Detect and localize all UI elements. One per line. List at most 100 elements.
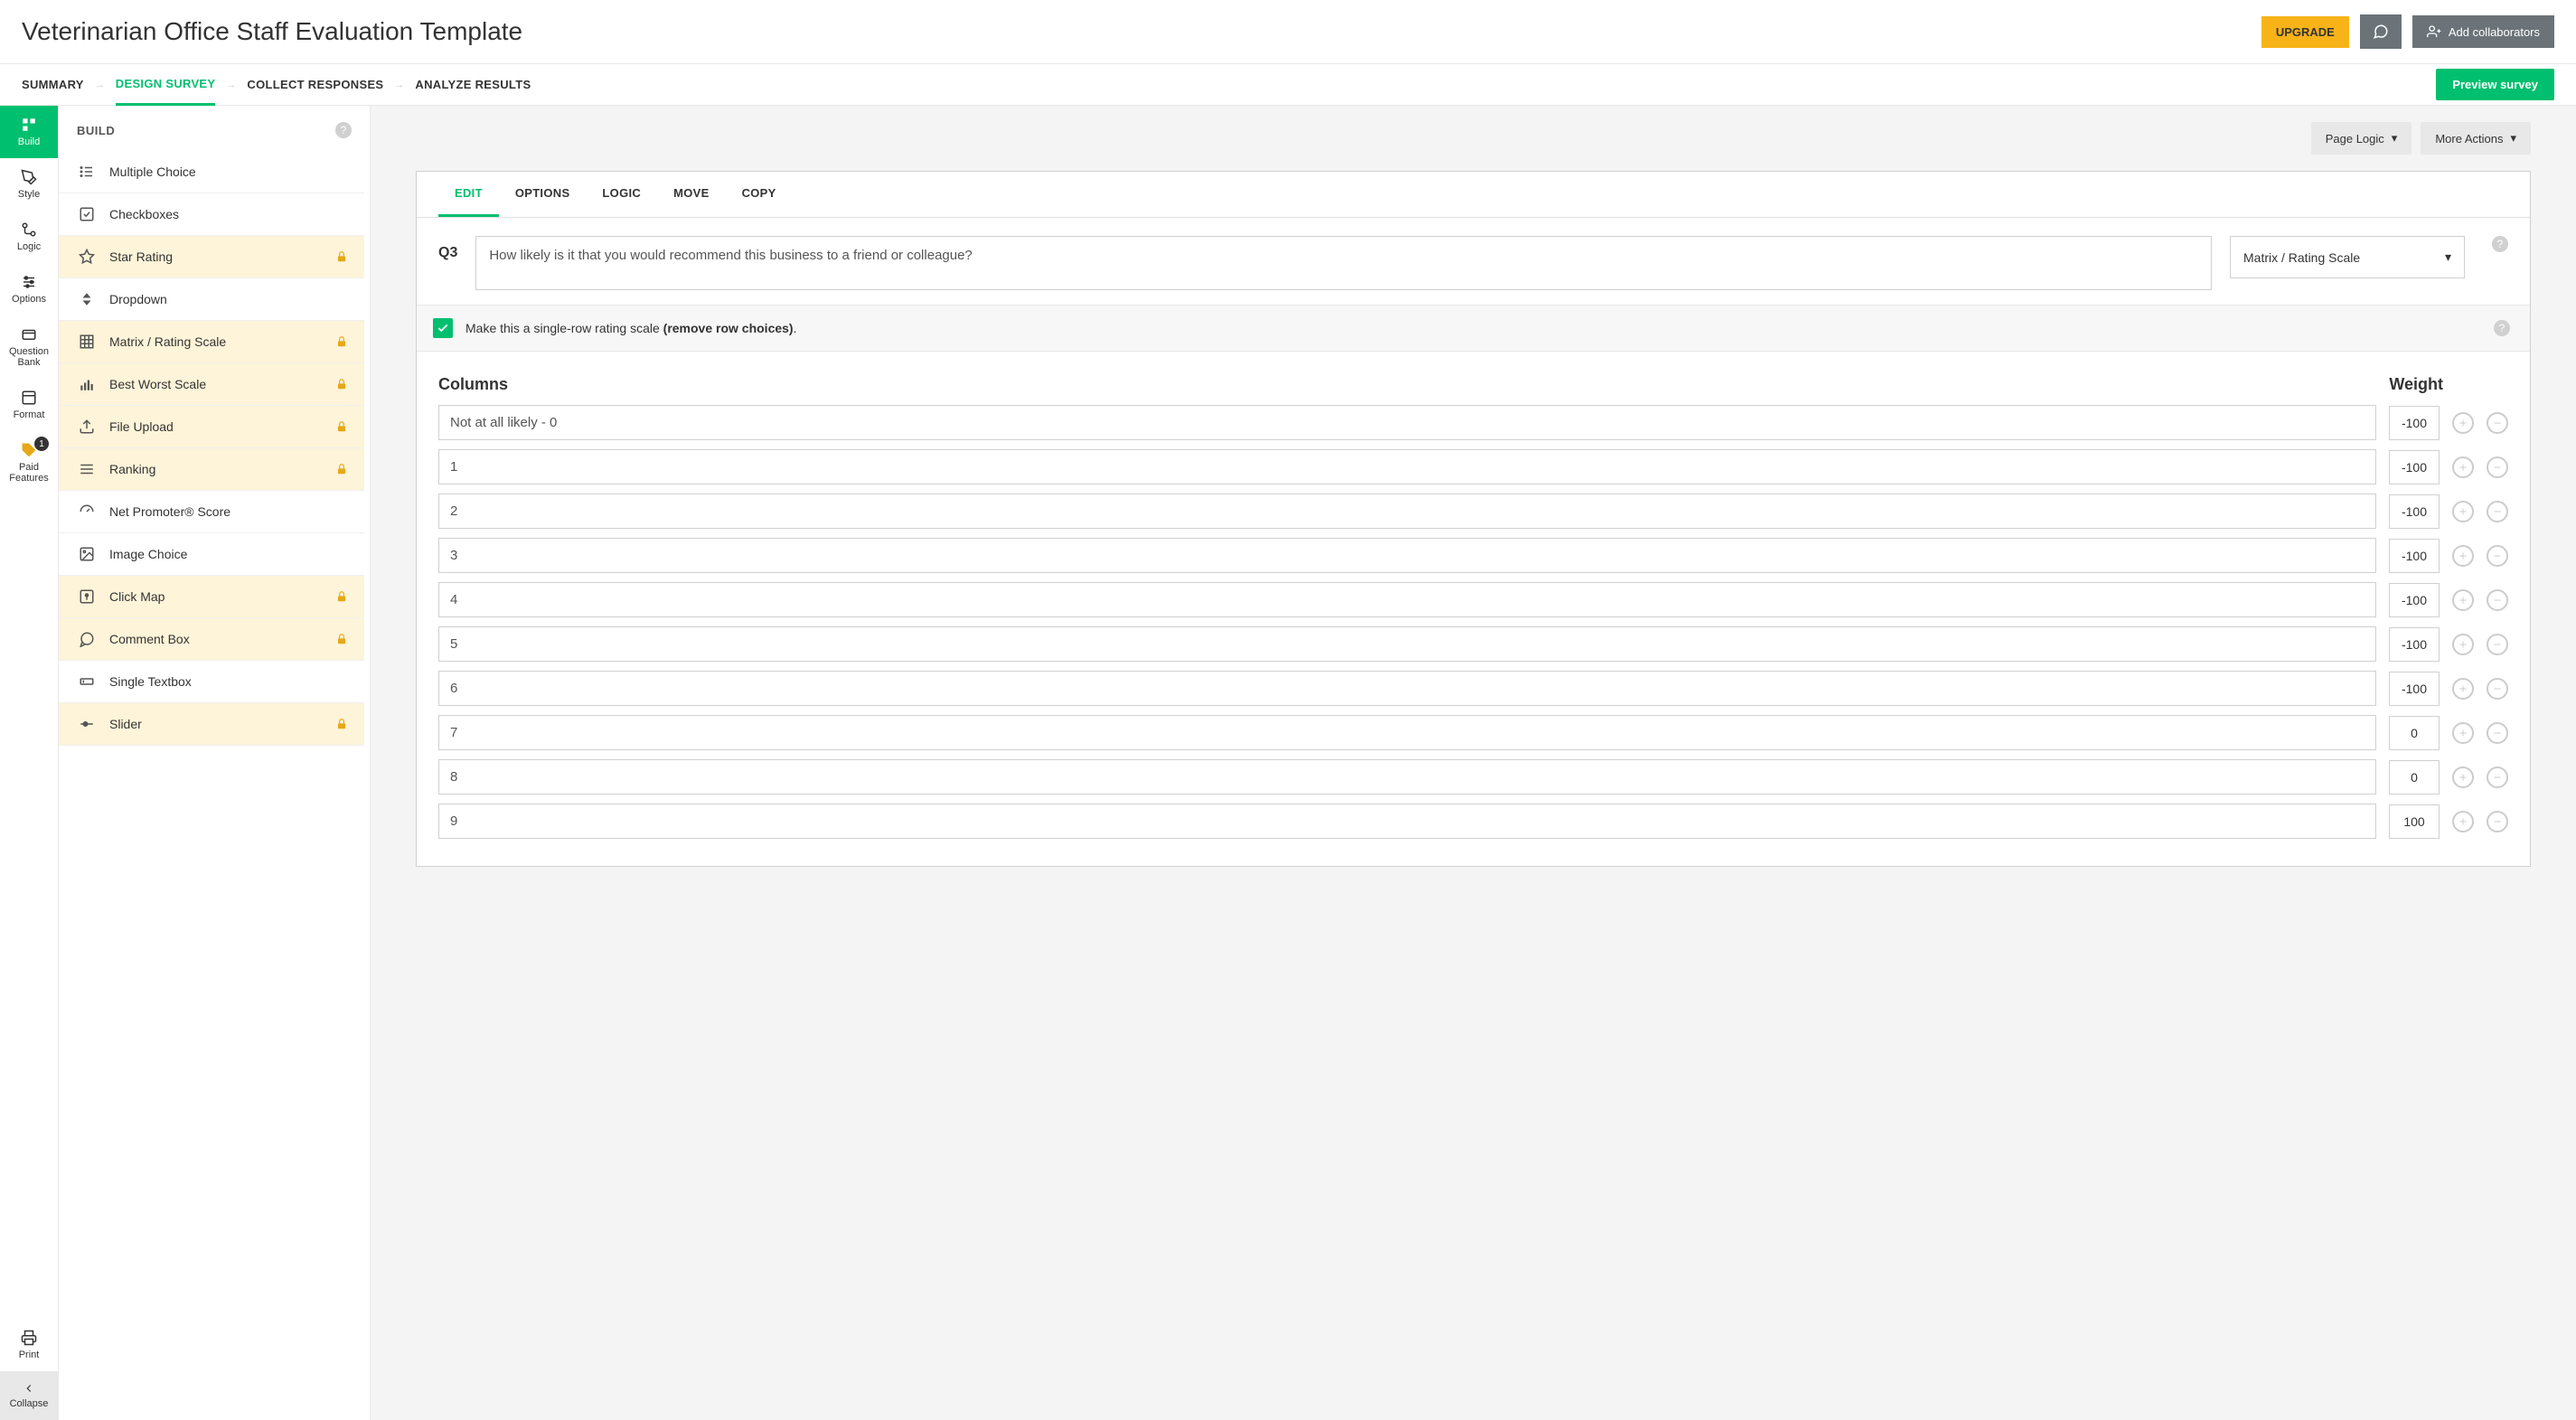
qtype-file-upload[interactable]: File Upload bbox=[59, 406, 364, 448]
add-column-button[interactable] bbox=[2452, 634, 2474, 655]
page-logic-label: Page Logic bbox=[2326, 132, 2384, 146]
rail-logic[interactable]: Logic bbox=[0, 211, 58, 263]
qtype-label: Dropdown bbox=[109, 292, 167, 306]
rail-format[interactable]: Format bbox=[0, 379, 58, 431]
add-column-button[interactable] bbox=[2452, 412, 2474, 434]
add-column-button[interactable] bbox=[2452, 678, 2474, 700]
question-text-input[interactable] bbox=[475, 236, 2212, 290]
column-weight-input[interactable] bbox=[2389, 539, 2440, 573]
add-column-button[interactable] bbox=[2452, 766, 2474, 788]
remove-column-button[interactable] bbox=[2487, 634, 2508, 655]
tab-collect-responses[interactable]: COLLECT RESPONSES bbox=[247, 65, 383, 104]
column-weight-input[interactable] bbox=[2389, 760, 2440, 795]
remove-column-button[interactable] bbox=[2487, 589, 2508, 611]
remove-column-button[interactable] bbox=[2487, 545, 2508, 567]
column-label-input[interactable] bbox=[438, 449, 2376, 484]
qtab-edit[interactable]: EDIT bbox=[438, 172, 499, 217]
tab-summary[interactable]: SUMMARY bbox=[22, 65, 84, 104]
qtype-label: Single Textbox bbox=[109, 674, 192, 689]
remove-column-button[interactable] bbox=[2487, 501, 2508, 522]
qtype-matrix-rating-scale[interactable]: Matrix / Rating Scale bbox=[59, 321, 364, 363]
column-weight-input[interactable] bbox=[2389, 672, 2440, 706]
add-column-button[interactable] bbox=[2452, 501, 2474, 522]
qtype-checkboxes[interactable]: Checkboxes bbox=[59, 193, 364, 236]
lock-icon bbox=[335, 378, 348, 390]
qtype-net-promoter-score[interactable]: Net Promoter® Score bbox=[59, 491, 364, 533]
column-weight-input[interactable] bbox=[2389, 583, 2440, 617]
remove-column-button[interactable] bbox=[2487, 456, 2508, 478]
lock-icon bbox=[335, 250, 348, 263]
upgrade-button[interactable]: UPGRADE bbox=[2261, 16, 2349, 48]
column-label-input[interactable] bbox=[438, 538, 2376, 573]
rail-paid-features[interactable]: 1 Paid Features bbox=[0, 431, 58, 494]
qtab-copy[interactable]: COPY bbox=[726, 172, 793, 217]
column-label-input[interactable] bbox=[438, 804, 2376, 839]
add-column-button[interactable] bbox=[2452, 811, 2474, 832]
page-logic-button[interactable]: Page Logic ▾ bbox=[2311, 122, 2412, 155]
column-weight-input[interactable] bbox=[2389, 450, 2440, 484]
tab-design-survey[interactable]: DESIGN SURVEY bbox=[116, 64, 216, 106]
lock-icon bbox=[335, 633, 348, 645]
question-type-select[interactable]: Matrix / Rating Scale ▾ bbox=[2230, 236, 2465, 278]
column-weight-input[interactable] bbox=[2389, 406, 2440, 440]
preview-survey-button[interactable]: Preview survey bbox=[2436, 69, 2554, 100]
question-number: Q3 bbox=[438, 236, 457, 261]
chat-button[interactable] bbox=[2360, 14, 2402, 49]
qtab-options[interactable]: OPTIONS bbox=[499, 172, 587, 217]
qtype-ranking[interactable]: Ranking bbox=[59, 448, 364, 491]
column-row bbox=[438, 804, 2508, 839]
column-row bbox=[438, 538, 2508, 573]
qtype-slider[interactable]: Slider bbox=[59, 703, 364, 746]
rail-build[interactable]: Build bbox=[0, 106, 58, 158]
qtype-star-rating[interactable]: Star Rating bbox=[59, 236, 364, 278]
gauge-icon bbox=[77, 503, 97, 520]
column-label-input[interactable] bbox=[438, 582, 2376, 617]
rail-question-bank[interactable]: Question Bank bbox=[0, 315, 58, 379]
column-label-input[interactable] bbox=[438, 671, 2376, 706]
more-actions-button[interactable]: More Actions ▾ bbox=[2421, 122, 2531, 155]
chevron-left-icon bbox=[23, 1382, 35, 1395]
qtype-comment-box[interactable]: Comment Box bbox=[59, 618, 364, 661]
qtype-click-map[interactable]: Click Map bbox=[59, 576, 364, 618]
qtab-move[interactable]: MOVE bbox=[657, 172, 725, 217]
column-label-input[interactable] bbox=[438, 626, 2376, 662]
add-column-button[interactable] bbox=[2452, 722, 2474, 744]
qtype-multiple-choice[interactable]: Multiple Choice bbox=[59, 151, 364, 193]
add-column-button[interactable] bbox=[2452, 456, 2474, 478]
help-icon[interactable]: ? bbox=[2494, 320, 2510, 336]
add-column-button[interactable] bbox=[2452, 589, 2474, 611]
column-weight-input[interactable] bbox=[2389, 716, 2440, 750]
rail-style[interactable]: Style bbox=[0, 158, 58, 211]
options-icon bbox=[21, 274, 37, 290]
remove-column-button[interactable] bbox=[2487, 412, 2508, 434]
rail-collapse[interactable]: Collapse bbox=[0, 1371, 58, 1420]
add-collaborators-button[interactable]: Add collaborators bbox=[2412, 15, 2554, 48]
upload-icon bbox=[77, 418, 97, 435]
add-column-button[interactable] bbox=[2452, 545, 2474, 567]
column-label-input[interactable] bbox=[438, 759, 2376, 795]
column-weight-input[interactable] bbox=[2389, 804, 2440, 839]
remove-column-button[interactable] bbox=[2487, 678, 2508, 700]
column-label-input[interactable] bbox=[438, 405, 2376, 440]
rail-options[interactable]: Options bbox=[0, 263, 58, 315]
qtype-image-choice[interactable]: Image Choice bbox=[59, 533, 364, 576]
help-icon[interactable]: ? bbox=[335, 122, 352, 138]
qtab-logic[interactable]: LOGIC bbox=[586, 172, 657, 217]
rail-build-label: Build bbox=[18, 136, 40, 147]
remove-column-button[interactable] bbox=[2487, 766, 2508, 788]
tab-analyze-results[interactable]: ANALYZE RESULTS bbox=[415, 65, 531, 104]
column-weight-input[interactable] bbox=[2389, 494, 2440, 529]
qtype-dropdown[interactable]: Dropdown bbox=[59, 278, 364, 321]
imgpin-icon bbox=[77, 588, 97, 605]
qtype-single-textbox[interactable]: Single Textbox bbox=[59, 661, 364, 703]
single-row-checkbox[interactable] bbox=[433, 318, 453, 338]
remove-column-button[interactable] bbox=[2487, 722, 2508, 744]
column-label-input[interactable] bbox=[438, 715, 2376, 750]
remove-column-button[interactable] bbox=[2487, 811, 2508, 832]
grid-icon bbox=[77, 334, 97, 350]
qtype-best-worst-scale[interactable]: Best Worst Scale bbox=[59, 363, 364, 406]
column-weight-input[interactable] bbox=[2389, 627, 2440, 662]
rail-print[interactable]: Print bbox=[0, 1319, 58, 1371]
help-icon[interactable]: ? bbox=[2492, 236, 2508, 252]
column-label-input[interactable] bbox=[438, 494, 2376, 529]
